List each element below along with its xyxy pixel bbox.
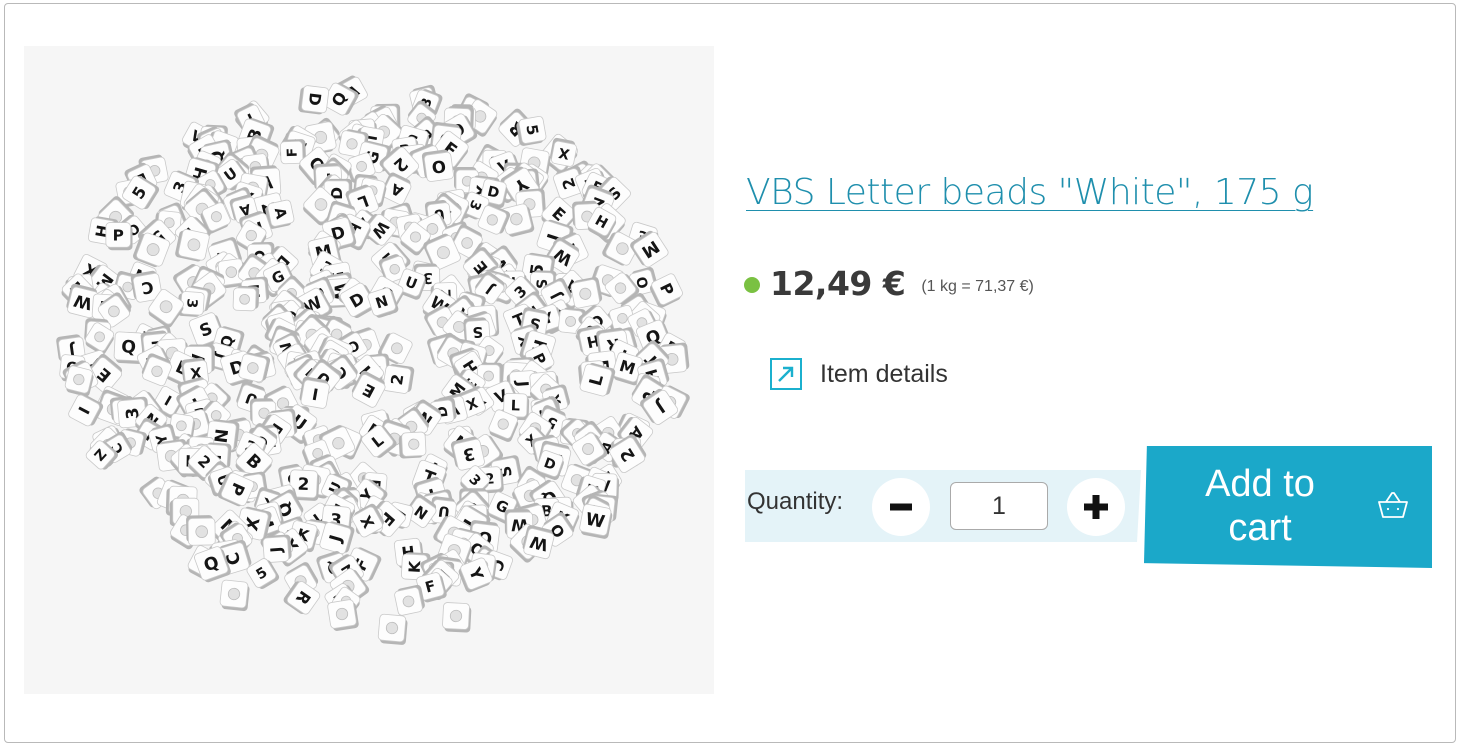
quantity-input[interactable]: [950, 482, 1048, 530]
product-title-link[interactable]: VBS Letter beads "White", 175 g: [746, 172, 1314, 213]
basket-icon: [1378, 492, 1408, 518]
svg-text:L: L: [510, 398, 520, 414]
svg-text:N: N: [212, 428, 234, 445]
svg-text:W: W: [584, 509, 607, 532]
quantity-label: Quantity:: [747, 488, 844, 515]
plus-icon: [1084, 495, 1108, 519]
svg-text:J: J: [267, 546, 285, 554]
svg-text:D: D: [305, 92, 324, 107]
letter-beads-illustration: VQDBCIMOKKR5OBQLBV3LOSBVXFBJBIFXGQFU3O2V…: [56, 75, 690, 645]
decrease-quantity-button[interactable]: [872, 478, 930, 536]
svg-text:3: 3: [183, 298, 200, 309]
item-details-label: Item details: [820, 359, 948, 388]
add-to-cart-button[interactable]: Add to cart: [1144, 446, 1432, 568]
price: 12,49 €: [770, 263, 906, 303]
increase-quantity-button[interactable]: [1067, 478, 1125, 536]
svg-text:P: P: [113, 226, 124, 244]
svg-text:S: S: [472, 323, 484, 340]
svg-text:F: F: [284, 148, 300, 158]
unit-price: (1 kg = 71,37 €): [921, 278, 1034, 295]
product-image[interactable]: VQDBCIMOKKR5OBQLBV3LOSBVXFBJBIFXGQFU3O2V…: [24, 46, 714, 694]
item-details-link[interactable]: Item details: [770, 358, 948, 390]
stock-status-dot: [744, 277, 760, 293]
add-to-cart-label: Add to cart: [1205, 463, 1315, 549]
minus-icon: [890, 503, 912, 511]
svg-text:O: O: [431, 156, 448, 177]
price-row: 12,49 € (1 kg = 71,37 €): [744, 256, 1034, 310]
svg-text:Q: Q: [121, 337, 137, 358]
svg-text:2: 2: [297, 474, 310, 495]
external-link-icon: [770, 358, 802, 390]
svg-text:J: J: [513, 379, 532, 387]
